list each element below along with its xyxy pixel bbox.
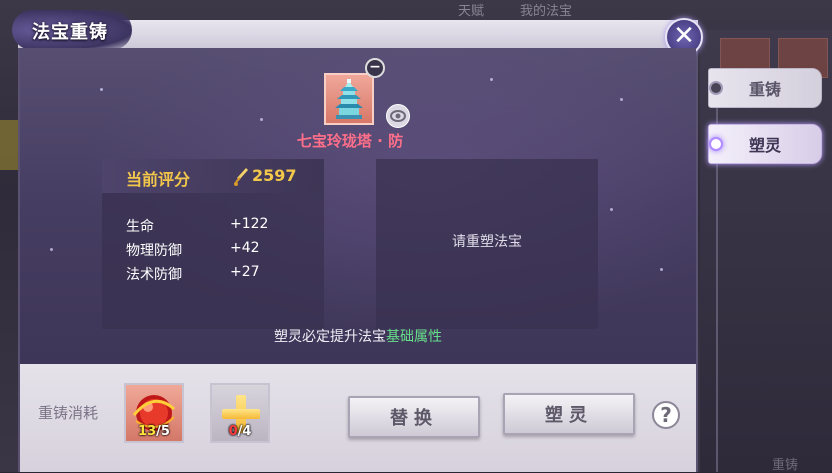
tab-recast[interactable]: 重铸 <box>708 68 822 108</box>
tab-indicator-dot-active <box>709 137 723 151</box>
background-tabs: 天赋 我的法宝 <box>440 0 640 20</box>
star-decor <box>490 78 493 81</box>
material-need: /4 <box>237 424 252 439</box>
score-label: 当前评分 <box>126 170 191 189</box>
star-decor <box>260 118 263 121</box>
stat-value: +42 <box>230 240 260 256</box>
hint-highlight: 基础属性 <box>386 329 442 345</box>
material-need: /5 <box>156 424 170 439</box>
material-have: 0 <box>228 424 238 439</box>
background-bottom-label: 重铸 <box>772 458 799 473</box>
main-panel: − 七宝玲珑塔 · 防 当前评分 2597 生命 +122 物理防御 +42 法… <box>20 48 696 364</box>
stat-value: +122 <box>230 216 269 232</box>
material-slot-add[interactable]: 0/4 <box>210 383 270 443</box>
replace-button-label: 替换 <box>390 408 438 429</box>
reshape-button[interactable]: 塑灵 <box>503 393 635 435</box>
star-decor <box>660 268 663 271</box>
stat-name: 生命 <box>126 219 154 235</box>
stat-name: 物理防御 <box>126 243 182 259</box>
tab-reshape-label: 塑灵 <box>748 136 781 155</box>
hint-prefix: 塑灵必定提升法宝 <box>274 329 386 345</box>
question-icon: ? <box>660 403 672 427</box>
star-decor <box>50 248 53 251</box>
help-button[interactable]: ? <box>652 401 680 429</box>
sword-icon <box>234 168 248 186</box>
reshape-button-label: 塑灵 <box>545 405 593 426</box>
background-tab-talent: 天赋 <box>458 4 485 19</box>
close-icon: ✕ <box>673 21 695 51</box>
reshape-hint: 塑灵必定提升法宝基础属性 <box>20 326 696 346</box>
dialog-title: 法宝重铸 <box>32 22 108 43</box>
plus-icon-horizontal <box>222 409 260 419</box>
background-bottom-labels: 分解 重铸 <box>668 452 832 473</box>
pagoda-icon <box>335 79 363 119</box>
replace-button[interactable]: 替换 <box>348 396 480 438</box>
star-decor <box>620 98 623 101</box>
current-score-box: 当前评分 2597 生命 +122 物理防御 +42 法术防御 +27 <box>102 159 324 329</box>
stat-value: +27 <box>230 264 260 280</box>
eye-icon <box>390 110 406 122</box>
stat-name: 法术防御 <box>126 267 182 283</box>
cost-label: 重铸消耗 <box>38 404 99 422</box>
item-name: 七宝玲珑塔 · 防 <box>296 132 404 150</box>
star-decor <box>100 88 103 91</box>
star-decor <box>610 208 613 211</box>
preview-placeholder: 请重塑法宝 <box>452 234 522 250</box>
minus-icon: − <box>369 59 381 75</box>
view-item-button[interactable] <box>386 104 410 128</box>
reshape-preview-box: 请重塑法宝 <box>376 159 598 329</box>
cost-bar: 重铸消耗 13/5 0/4 替换 塑灵 ? <box>20 364 696 472</box>
material-count: 0/4 <box>212 424 268 439</box>
background-tab-my-treasure: 我的法宝 <box>520 4 573 19</box>
background-strip <box>0 120 20 170</box>
tab-reshape[interactable]: 塑灵 <box>708 124 822 164</box>
material-slot-orb[interactable]: 13/5 <box>124 383 184 443</box>
material-have: 13 <box>138 424 157 439</box>
item-slot[interactable] <box>324 73 374 125</box>
treasure-recast-dialog: 法宝重铸 ✕ − 七宝玲珑塔 · 防 当前评分 2597 生命 +122 物理防… <box>12 10 703 472</box>
material-count: 13/5 <box>126 424 182 439</box>
tab-recast-label: 重铸 <box>748 80 781 99</box>
remove-item-button[interactable]: − <box>365 58 385 78</box>
tab-indicator-dot <box>709 81 723 95</box>
score-value: 2597 <box>252 166 297 185</box>
